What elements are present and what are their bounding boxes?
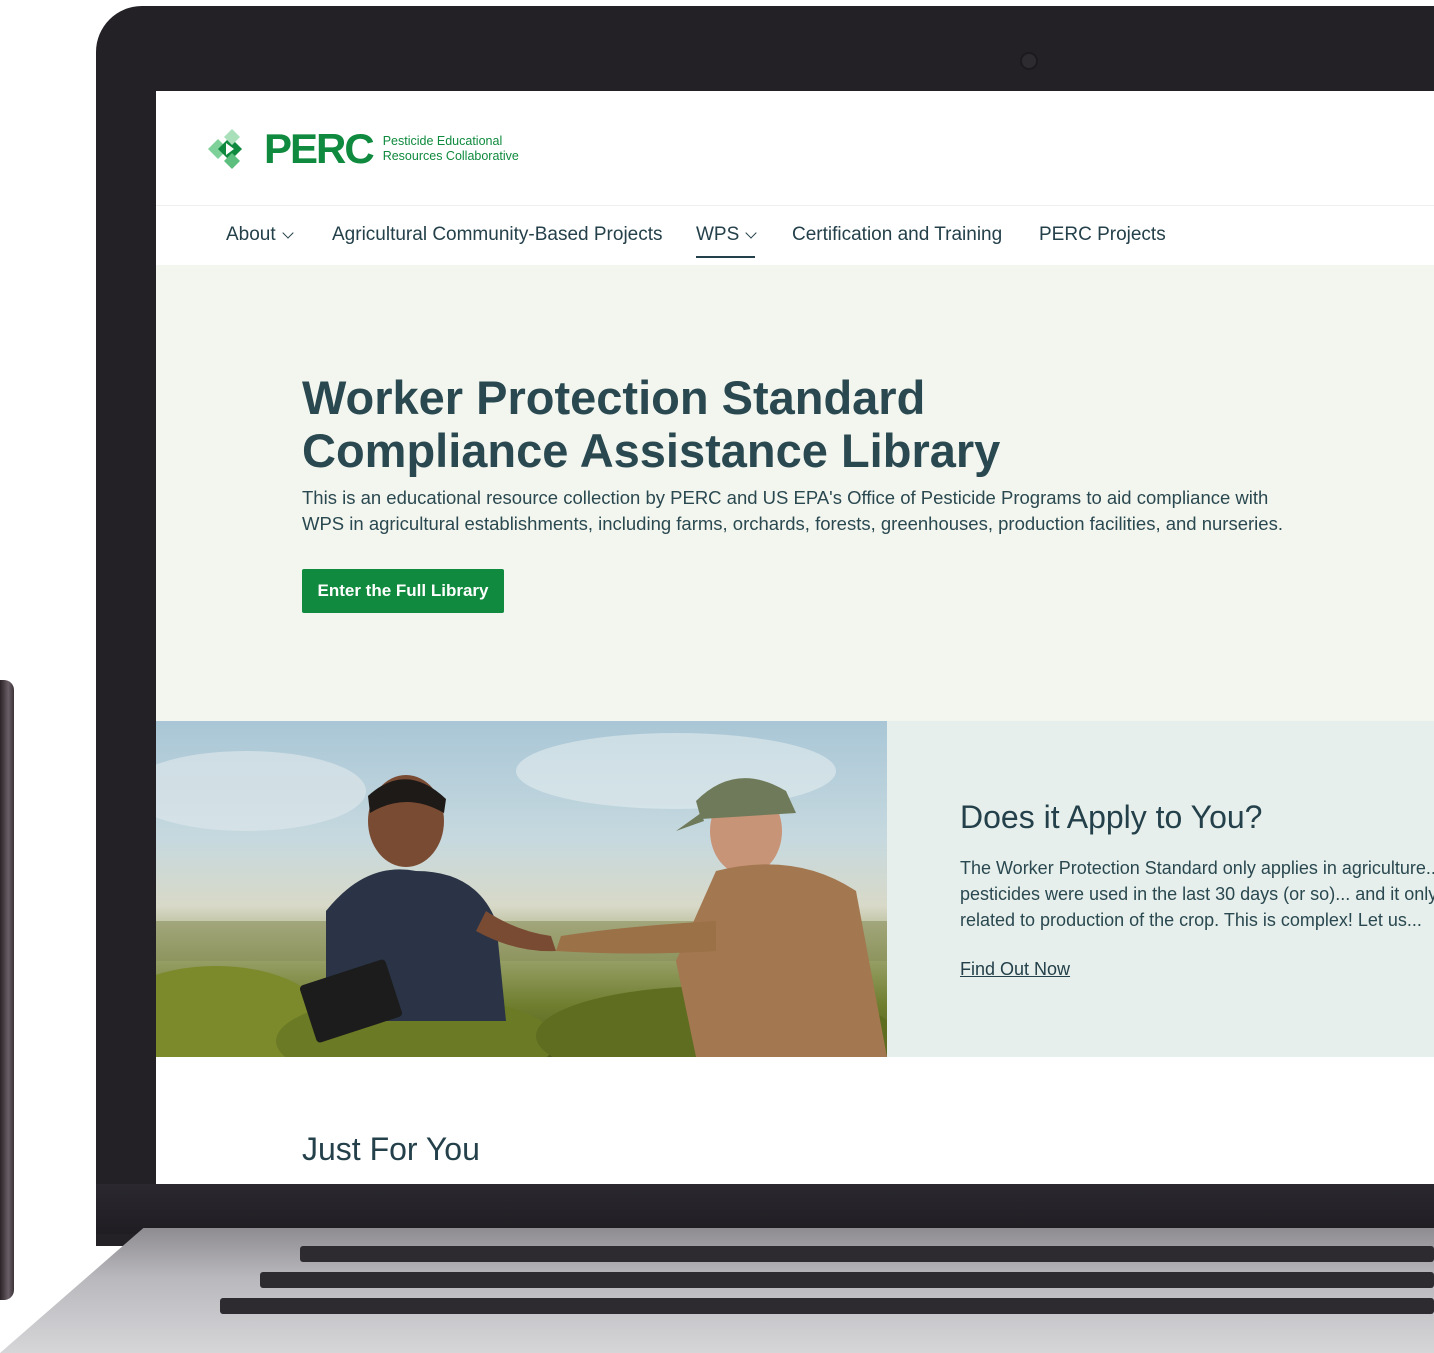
nav-item-label: WPS (696, 224, 740, 245)
farmers-fist-bump-photo (156, 721, 887, 1057)
nav-item-certification-training[interactable]: Certification and Training (792, 205, 1002, 265)
chevron-down-icon (281, 227, 294, 239)
laptop-keyboard-deck (0, 1228, 1434, 1353)
farm-photo-illustration (156, 733, 887, 1057)
logo-tagline: Pesticide Educational Resources Collabor… (383, 134, 519, 164)
nav-item-wps[interactable]: WPS (696, 205, 757, 265)
site-header: PERC Pesticide Educational Resources Col… (156, 91, 1434, 206)
feature-title: Does it Apply to You? (960, 799, 1263, 835)
hero-title: Worker Protection Standard Compliance As… (302, 371, 1001, 477)
nav-item-agricultural-projects[interactable]: Agricultural Community-Based Projects (332, 205, 663, 265)
nav-item-label: Certification and Training (792, 224, 1003, 245)
laptop-bezel (96, 1184, 1434, 1234)
nav-item-about[interactable]: About (226, 205, 294, 265)
chevron-down-icon (745, 227, 757, 239)
apply-feature-section: Does it Apply to You? The Worker Protect… (156, 721, 1434, 1057)
nav-item-label: About (226, 224, 276, 245)
nav-item-label: PERC Projects (1039, 224, 1166, 245)
keyboard-row (260, 1272, 1434, 1288)
logo-tagline-line: Pesticide Educational (382, 134, 503, 148)
perc-logo[interactable]: PERC Pesticide Educational Resources Col… (196, 121, 519, 177)
nav-item-label: Agricultural Community-Based Projects (332, 224, 663, 245)
laptop-screen: PERC Pesticide Educational Resources Col… (156, 91, 1434, 1184)
keyboard-row (300, 1246, 1434, 1262)
enter-library-button[interactable]: Enter the Full Library (302, 569, 504, 613)
laptop-side-edge (0, 680, 14, 1300)
webcam-icon (1022, 54, 1036, 68)
nav-item-perc-projects[interactable]: PERC Projects (1039, 205, 1166, 265)
find-out-now-link[interactable]: Find Out Now (960, 959, 1070, 980)
hero-section: Worker Protection Standard Compliance As… (156, 265, 1434, 721)
perc-diamond-logo-icon (208, 129, 242, 169)
feature-description: The Worker Protection Standard only appl… (960, 858, 1434, 930)
just-for-you-heading: Just For You (302, 1131, 480, 1167)
hero-description: This is an educational resource collecti… (302, 487, 1283, 534)
logo-tagline-line: Resources Collaborative (382, 149, 519, 163)
main-navigation: About Agricultural Community-Based Proje… (156, 205, 1434, 265)
logo-wordmark: PERC (264, 125, 375, 172)
keyboard-row (220, 1298, 1434, 1314)
